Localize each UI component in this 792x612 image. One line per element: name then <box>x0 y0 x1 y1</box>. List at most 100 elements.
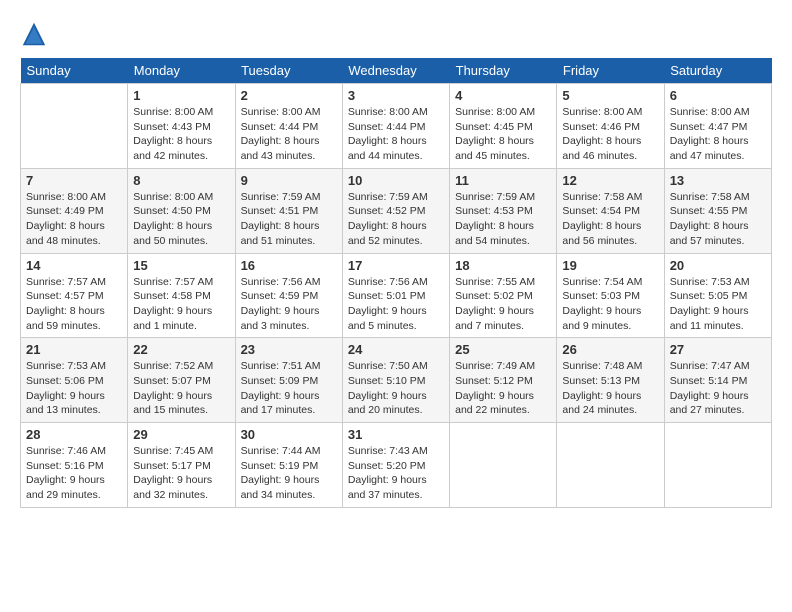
day-cell: 2 Sunrise: 8:00 AMSunset: 4:44 PMDayligh… <box>235 84 342 169</box>
day-cell: 27 Sunrise: 7:47 AMSunset: 5:14 PMDaylig… <box>664 338 771 423</box>
day-number: 10 <box>348 173 444 188</box>
day-number: 27 <box>670 342 766 357</box>
weekday-header-wednesday: Wednesday <box>342 58 449 84</box>
day-info: Sunrise: 7:43 AMSunset: 5:20 PMDaylight:… <box>348 444 444 503</box>
day-number: 6 <box>670 88 766 103</box>
day-info: Sunrise: 7:48 AMSunset: 5:13 PMDaylight:… <box>562 359 658 418</box>
day-cell <box>557 423 664 508</box>
day-cell: 16 Sunrise: 7:56 AMSunset: 4:59 PMDaylig… <box>235 253 342 338</box>
day-cell: 1 Sunrise: 8:00 AMSunset: 4:43 PMDayligh… <box>128 84 235 169</box>
day-number: 18 <box>455 258 551 273</box>
day-number: 15 <box>133 258 229 273</box>
day-info: Sunrise: 7:57 AMSunset: 4:57 PMDaylight:… <box>26 275 122 334</box>
day-cell: 17 Sunrise: 7:56 AMSunset: 5:01 PMDaylig… <box>342 253 449 338</box>
day-info: Sunrise: 7:52 AMSunset: 5:07 PMDaylight:… <box>133 359 229 418</box>
day-info: Sunrise: 7:59 AMSunset: 4:53 PMDaylight:… <box>455 190 551 249</box>
day-cell: 23 Sunrise: 7:51 AMSunset: 5:09 PMDaylig… <box>235 338 342 423</box>
day-info: Sunrise: 7:49 AMSunset: 5:12 PMDaylight:… <box>455 359 551 418</box>
day-number: 11 <box>455 173 551 188</box>
day-info: Sunrise: 7:44 AMSunset: 5:19 PMDaylight:… <box>241 444 337 503</box>
day-number: 12 <box>562 173 658 188</box>
day-info: Sunrise: 7:58 AMSunset: 4:55 PMDaylight:… <box>670 190 766 249</box>
week-row-4: 21 Sunrise: 7:53 AMSunset: 5:06 PMDaylig… <box>21 338 772 423</box>
day-cell: 24 Sunrise: 7:50 AMSunset: 5:10 PMDaylig… <box>342 338 449 423</box>
day-number: 3 <box>348 88 444 103</box>
day-info: Sunrise: 8:00 AMSunset: 4:49 PMDaylight:… <box>26 190 122 249</box>
day-info: Sunrise: 7:58 AMSunset: 4:54 PMDaylight:… <box>562 190 658 249</box>
day-number: 16 <box>241 258 337 273</box>
day-info: Sunrise: 8:00 AMSunset: 4:44 PMDaylight:… <box>241 105 337 164</box>
day-number: 20 <box>670 258 766 273</box>
day-cell: 30 Sunrise: 7:44 AMSunset: 5:19 PMDaylig… <box>235 423 342 508</box>
day-cell: 29 Sunrise: 7:45 AMSunset: 5:17 PMDaylig… <box>128 423 235 508</box>
day-number: 8 <box>133 173 229 188</box>
day-cell <box>664 423 771 508</box>
day-number: 4 <box>455 88 551 103</box>
day-number: 22 <box>133 342 229 357</box>
week-row-3: 14 Sunrise: 7:57 AMSunset: 4:57 PMDaylig… <box>21 253 772 338</box>
day-info: Sunrise: 7:46 AMSunset: 5:16 PMDaylight:… <box>26 444 122 503</box>
day-number: 7 <box>26 173 122 188</box>
day-cell: 22 Sunrise: 7:52 AMSunset: 5:07 PMDaylig… <box>128 338 235 423</box>
day-cell: 11 Sunrise: 7:59 AMSunset: 4:53 PMDaylig… <box>450 168 557 253</box>
weekday-header-friday: Friday <box>557 58 664 84</box>
logo-icon <box>20 20 48 48</box>
day-cell: 26 Sunrise: 7:48 AMSunset: 5:13 PMDaylig… <box>557 338 664 423</box>
day-number: 14 <box>26 258 122 273</box>
day-cell: 5 Sunrise: 8:00 AMSunset: 4:46 PMDayligh… <box>557 84 664 169</box>
day-number: 19 <box>562 258 658 273</box>
day-number: 31 <box>348 427 444 442</box>
day-info: Sunrise: 7:56 AMSunset: 5:01 PMDaylight:… <box>348 275 444 334</box>
week-row-5: 28 Sunrise: 7:46 AMSunset: 5:16 PMDaylig… <box>21 423 772 508</box>
day-cell: 7 Sunrise: 8:00 AMSunset: 4:49 PMDayligh… <box>21 168 128 253</box>
weekday-header-thursday: Thursday <box>450 58 557 84</box>
day-number: 24 <box>348 342 444 357</box>
weekday-header-saturday: Saturday <box>664 58 771 84</box>
day-info: Sunrise: 7:59 AMSunset: 4:51 PMDaylight:… <box>241 190 337 249</box>
day-info: Sunrise: 7:45 AMSunset: 5:17 PMDaylight:… <box>133 444 229 503</box>
day-cell: 14 Sunrise: 7:57 AMSunset: 4:57 PMDaylig… <box>21 253 128 338</box>
week-row-2: 7 Sunrise: 8:00 AMSunset: 4:49 PMDayligh… <box>21 168 772 253</box>
day-number: 29 <box>133 427 229 442</box>
page: SundayMondayTuesdayWednesdayThursdayFrid… <box>0 0 792 518</box>
day-number: 28 <box>26 427 122 442</box>
header <box>20 20 772 48</box>
day-number: 26 <box>562 342 658 357</box>
day-info: Sunrise: 7:55 AMSunset: 5:02 PMDaylight:… <box>455 275 551 334</box>
day-number: 9 <box>241 173 337 188</box>
day-info: Sunrise: 8:00 AMSunset: 4:45 PMDaylight:… <box>455 105 551 164</box>
day-cell: 10 Sunrise: 7:59 AMSunset: 4:52 PMDaylig… <box>342 168 449 253</box>
day-info: Sunrise: 7:56 AMSunset: 4:59 PMDaylight:… <box>241 275 337 334</box>
day-info: Sunrise: 7:47 AMSunset: 5:14 PMDaylight:… <box>670 359 766 418</box>
day-cell: 3 Sunrise: 8:00 AMSunset: 4:44 PMDayligh… <box>342 84 449 169</box>
day-info: Sunrise: 8:00 AMSunset: 4:46 PMDaylight:… <box>562 105 658 164</box>
day-cell: 8 Sunrise: 8:00 AMSunset: 4:50 PMDayligh… <box>128 168 235 253</box>
day-cell <box>450 423 557 508</box>
calendar-table: SundayMondayTuesdayWednesdayThursdayFrid… <box>20 58 772 508</box>
day-cell: 6 Sunrise: 8:00 AMSunset: 4:47 PMDayligh… <box>664 84 771 169</box>
day-cell: 9 Sunrise: 7:59 AMSunset: 4:51 PMDayligh… <box>235 168 342 253</box>
day-number: 1 <box>133 88 229 103</box>
day-cell: 13 Sunrise: 7:58 AMSunset: 4:55 PMDaylig… <box>664 168 771 253</box>
day-cell: 12 Sunrise: 7:58 AMSunset: 4:54 PMDaylig… <box>557 168 664 253</box>
day-number: 30 <box>241 427 337 442</box>
day-cell: 15 Sunrise: 7:57 AMSunset: 4:58 PMDaylig… <box>128 253 235 338</box>
day-info: Sunrise: 7:53 AMSunset: 5:06 PMDaylight:… <box>26 359 122 418</box>
day-info: Sunrise: 8:00 AMSunset: 4:50 PMDaylight:… <box>133 190 229 249</box>
day-number: 21 <box>26 342 122 357</box>
day-cell <box>21 84 128 169</box>
day-info: Sunrise: 7:57 AMSunset: 4:58 PMDaylight:… <box>133 275 229 334</box>
day-info: Sunrise: 7:50 AMSunset: 5:10 PMDaylight:… <box>348 359 444 418</box>
day-cell: 21 Sunrise: 7:53 AMSunset: 5:06 PMDaylig… <box>21 338 128 423</box>
weekday-header-sunday: Sunday <box>21 58 128 84</box>
week-row-1: 1 Sunrise: 8:00 AMSunset: 4:43 PMDayligh… <box>21 84 772 169</box>
day-cell: 31 Sunrise: 7:43 AMSunset: 5:20 PMDaylig… <box>342 423 449 508</box>
weekday-header-monday: Monday <box>128 58 235 84</box>
day-cell: 4 Sunrise: 8:00 AMSunset: 4:45 PMDayligh… <box>450 84 557 169</box>
day-number: 23 <box>241 342 337 357</box>
day-info: Sunrise: 7:53 AMSunset: 5:05 PMDaylight:… <box>670 275 766 334</box>
day-number: 25 <box>455 342 551 357</box>
day-number: 17 <box>348 258 444 273</box>
day-number: 13 <box>670 173 766 188</box>
logo <box>20 20 52 48</box>
